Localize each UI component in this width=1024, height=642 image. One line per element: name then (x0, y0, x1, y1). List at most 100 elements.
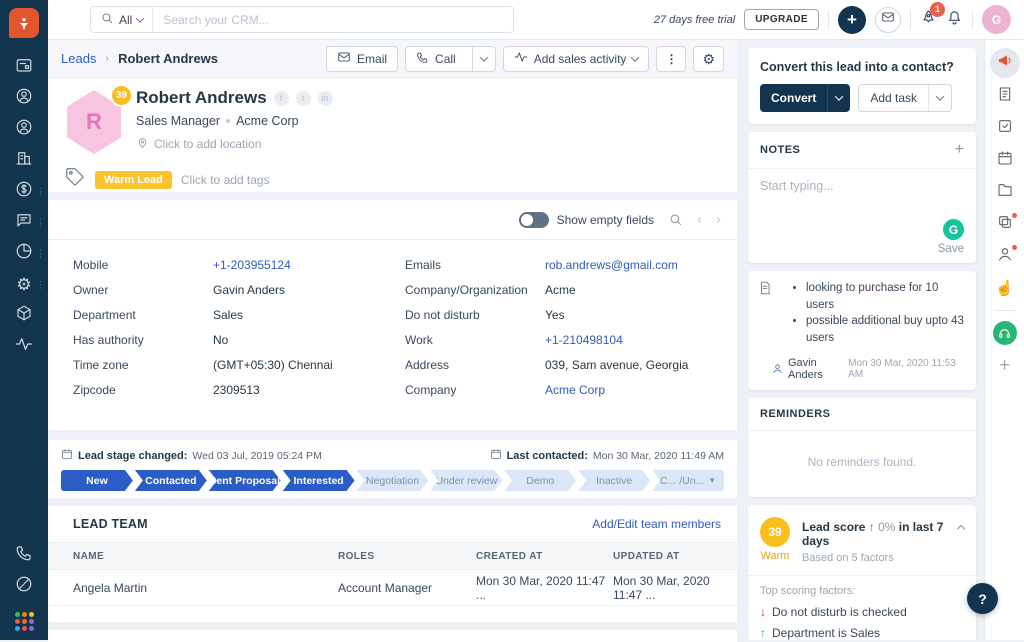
stage-closed-dropdown[interactable]: C... /Un...▼ (652, 470, 724, 491)
rail-item-files[interactable] (985, 176, 1024, 208)
cube-icon (15, 304, 33, 327)
stage-new[interactable]: New (61, 470, 133, 491)
sidebar-item-products[interactable] (0, 300, 48, 331)
team-table-row[interactable]: Angela Martin Account Manager Mon 30 Mar… (48, 570, 737, 606)
sidebar-item-customers[interactable] (0, 114, 48, 145)
add-note-icon[interactable]: + (955, 142, 964, 158)
convert-button[interactable]: Convert (760, 84, 850, 112)
field-value-mobile[interactable]: +1-203955124 (213, 258, 291, 272)
upgrade-button[interactable]: UPGRADE (744, 9, 819, 30)
sidebar-item-conversations[interactable]: ⋮ (0, 207, 48, 238)
facebook-icon[interactable]: f (274, 91, 289, 106)
collapse-chevron-icon[interactable] (958, 519, 964, 537)
call-button-main[interactable]: Call (406, 47, 466, 71)
stage-inactive[interactable]: Inactive (578, 470, 650, 491)
rail-item-participants[interactable] (985, 240, 1024, 272)
stage-label: Sent Proposal (209, 475, 280, 487)
rail-item-campaign[interactable] (985, 48, 1024, 80)
add-location-field[interactable]: Click to add location (136, 136, 724, 152)
dot-separator (226, 119, 230, 123)
sidebar-item-deals[interactable]: ⋮ (0, 176, 48, 207)
more-actions-button[interactable]: ⋮ (656, 46, 686, 72)
rail-item-support[interactable] (985, 317, 1024, 349)
add-edit-team-members-link[interactable]: Add/Edit team members (592, 517, 721, 531)
note-bullet: looking to purchase for 10 users (806, 280, 966, 313)
lead-score-title: Lead score (802, 520, 865, 534)
add-tags-placeholder[interactable]: Click to add tags (181, 173, 270, 187)
field-value-work-phone[interactable]: +1-210498104 (545, 333, 623, 347)
sidebar-item-contacts[interactable] (0, 83, 48, 114)
stage-negotiation[interactable]: Negotiation (357, 470, 429, 491)
stage-under-review[interactable]: Under review (430, 470, 502, 491)
email-button[interactable]: Email (326, 46, 398, 72)
reminders-card: REMINDERS No reminders found. (748, 398, 976, 497)
prev-chevron-icon[interactable]: ‹ (697, 211, 702, 228)
twitter-icon[interactable]: t (296, 91, 311, 106)
breadcrumb-leads-link[interactable]: Leads (61, 51, 96, 66)
add-task-button[interactable]: Add task (858, 84, 952, 112)
note-save-button[interactable]: Save (938, 243, 964, 255)
grammarly-icon[interactable]: G (943, 219, 964, 240)
search-icon (100, 11, 114, 28)
sidebar-item-reports[interactable]: ⋮ (0, 238, 48, 269)
convert-dropdown-caret[interactable] (827, 84, 850, 112)
sidebar-item-accounts[interactable] (0, 145, 48, 176)
show-empty-fields-toggle[interactable] (519, 212, 549, 228)
sidebar-item-explore[interactable] (0, 571, 48, 602)
note-entry[interactable]: looking to purchase for 10 users possibl… (748, 271, 976, 390)
col-name: NAME (73, 551, 338, 562)
note-input[interactable]: Start typing... (760, 179, 964, 219)
rail-item-gestures[interactable]: ☝ (985, 272, 1024, 304)
search-fields-icon[interactable] (668, 212, 683, 227)
whats-new-button[interactable]: 1 (920, 9, 937, 31)
stage-contacted[interactable]: Contacted (135, 470, 207, 491)
notifications-button[interactable] (946, 9, 963, 31)
divider (828, 10, 829, 30)
last-contacted-label: Last contacted: (507, 450, 588, 462)
stage-sent-proposal[interactable]: Sent Proposal (209, 470, 281, 491)
overflow-dots-icon: ⋮ (36, 217, 45, 228)
sidebar-item-app-switcher[interactable] (0, 602, 48, 640)
add-task-dropdown-caret[interactable] (928, 85, 951, 111)
field-value-emails[interactable]: rob.andrews@gmail.com (545, 258, 678, 272)
rail-item-notes[interactable] (985, 80, 1024, 112)
field-value-company-link[interactable]: Acme Corp (545, 383, 605, 397)
caret-down-icon: ▼ (708, 476, 716, 485)
stage-interested[interactable]: Interested (283, 470, 355, 491)
call-button[interactable]: Call (405, 46, 496, 72)
left-sidebar: ⋮ ⋮ ⋮ ⚙⋮ (0, 0, 48, 640)
folder-icon (997, 182, 1013, 203)
next-chevron-icon[interactable]: › (716, 211, 721, 228)
main-content: Leads › Robert Andrews Email Call Add sa… (48, 40, 737, 640)
chevron-down-icon (936, 92, 944, 100)
add-sales-activity-button[interactable]: Add sales activity (503, 46, 650, 72)
add-task-button-label: Add task (859, 91, 928, 105)
search-input[interactable] (153, 13, 513, 27)
freshsales-logo-icon[interactable] (9, 8, 39, 38)
search-scope-dropdown[interactable]: All (91, 7, 153, 32)
linkedin-icon[interactable]: in (318, 91, 333, 106)
convert-card: Convert this lead into a contact? Conver… (748, 48, 976, 124)
email-inbox-button[interactable] (875, 7, 901, 33)
help-button[interactable]: ? (967, 583, 998, 614)
lead-details-card: Show empty fields ‹ › Mobile+1-203955124… (48, 200, 737, 430)
quick-add-button[interactable]: + (838, 6, 866, 34)
user-avatar[interactable]: G (982, 5, 1011, 34)
sidebar-item-phone[interactable] (0, 540, 48, 571)
rail-item-templates[interactable] (985, 208, 1024, 240)
lead-tag-chip[interactable]: Warm Lead (95, 171, 172, 189)
convert-question: Convert this lead into a contact? (760, 60, 964, 74)
rail-item-tasks[interactable] (985, 112, 1024, 144)
show-empty-fields-label: Show empty fields (557, 213, 654, 227)
page-settings-button[interactable]: ⚙ (693, 46, 724, 72)
field-label: Time zone (73, 358, 213, 372)
sidebar-item-leads[interactable] (0, 52, 48, 83)
call-dropdown-caret[interactable] (472, 47, 495, 71)
global-search[interactable]: All (90, 6, 514, 33)
stage-demo[interactable]: Demo (504, 470, 576, 491)
sidebar-item-settings[interactable]: ⚙⋮ (0, 269, 48, 300)
sidebar-item-sales-activities[interactable] (0, 331, 48, 362)
rail-item-calendar[interactable] (985, 144, 1024, 176)
call-button-label: Call (435, 52, 456, 66)
rail-item-add-widget[interactable]: + (985, 349, 1024, 381)
